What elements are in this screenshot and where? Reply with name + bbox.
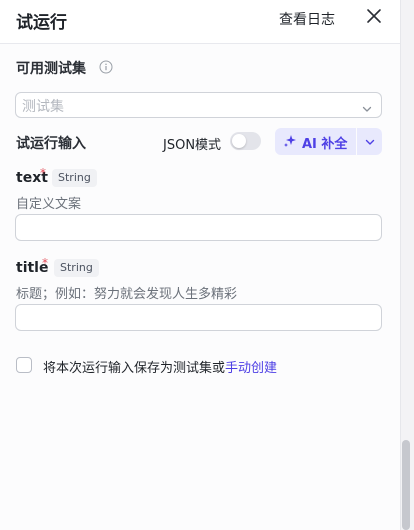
panel-title: 试运行 (16, 13, 67, 33)
field-description: 自定义文案 (16, 197, 82, 212)
ai-fill-dropdown[interactable] (357, 128, 382, 155)
test-set-label: 可用测试集 (16, 61, 86, 77)
close-icon[interactable] (364, 6, 384, 26)
required-marker: * (40, 166, 46, 180)
test-run-panel: 试运行 查看日志 可用测试集 测试集 试运行输入 JSON模式 AI 补全 te… (0, 0, 400, 530)
type-badge: String (52, 169, 97, 187)
title-input[interactable] (15, 304, 382, 331)
toggle-knob (232, 134, 246, 148)
ai-fill-button[interactable]: AI 补全 (275, 128, 356, 155)
test-set-select[interactable]: 测试集 (15, 92, 382, 118)
save-test-set-checkbox[interactable] (16, 357, 32, 373)
chevron-down-icon (365, 139, 375, 145)
sparkle-icon (283, 134, 297, 148)
field-description: 标题；例如：努力就会发现人生多精彩 (16, 287, 238, 302)
required-marker: * (42, 256, 48, 270)
save-test-set-text: 将本次运行输入保存为测试集或手动创建 (43, 357, 277, 376)
chevron-down-icon (361, 100, 373, 112)
run-input-label: 试运行输入 (16, 136, 86, 152)
text-input[interactable] (15, 214, 382, 241)
type-badge: String (54, 259, 99, 277)
manual-create-link[interactable]: 手动创建 (225, 361, 277, 376)
ai-fill-label: AI 补全 (302, 137, 348, 152)
view-log-link[interactable]: 查看日志 (279, 9, 335, 29)
panel-header: 试运行 查看日志 (0, 0, 400, 44)
info-icon[interactable] (99, 59, 113, 74)
save-test-set-label: 将本次运行输入保存为测试集或 (43, 361, 226, 376)
json-mode-label: JSON模式 (163, 138, 222, 153)
json-mode-toggle[interactable] (230, 132, 261, 150)
test-set-placeholder: 测试集 (22, 99, 64, 115)
scrollbar-thumb[interactable] (402, 440, 410, 530)
